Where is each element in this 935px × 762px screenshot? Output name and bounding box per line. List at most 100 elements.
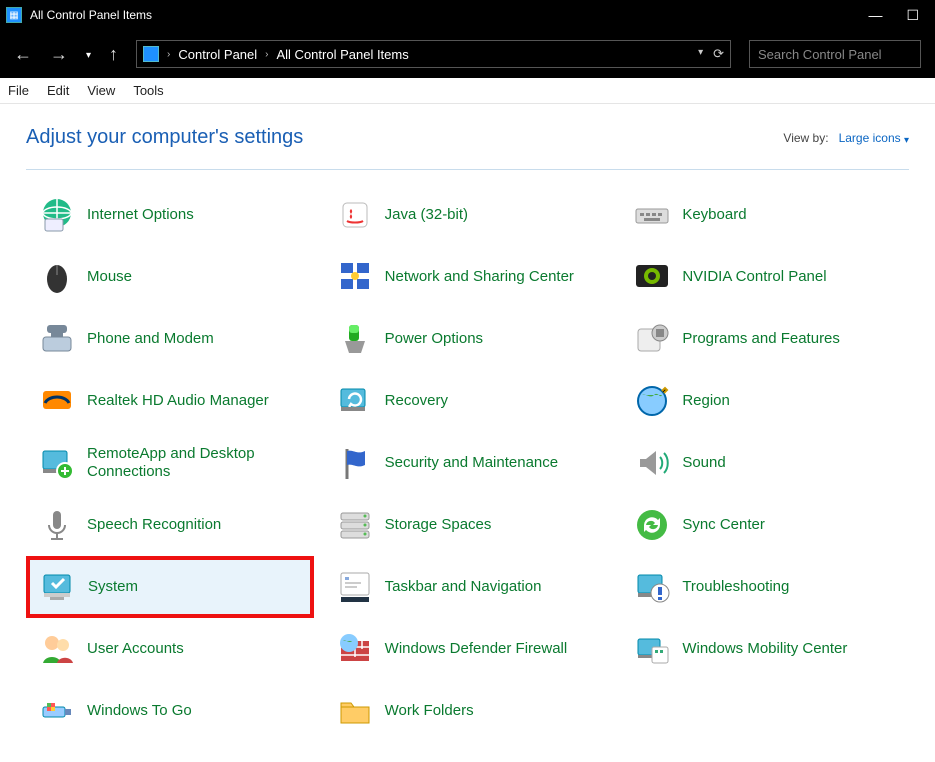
sync-icon (630, 503, 674, 547)
control-panel-item-phone[interactable]: Phone and Modem (26, 308, 314, 370)
item-label: Taskbar and Navigation (385, 578, 542, 596)
item-label: NVIDIA Control Panel (682, 268, 826, 286)
refresh-button[interactable]: ⟳ (713, 46, 724, 62)
item-label: Keyboard (682, 206, 746, 224)
item-label: Programs and Features (682, 330, 840, 348)
control-panel-item-togo[interactable]: Windows To Go (26, 680, 314, 742)
remote-icon (35, 441, 79, 485)
sound-icon (630, 441, 674, 485)
control-panel-item-speech[interactable]: Speech Recognition (26, 494, 314, 556)
network-icon (333, 255, 377, 299)
breadcrumb-item[interactable]: All Control Panel Items (277, 47, 409, 62)
app-icon: ▦ (6, 7, 22, 23)
speech-icon (35, 503, 79, 547)
menu-file[interactable]: File (8, 83, 29, 98)
control-panel-item-network[interactable]: Network and Sharing Center (324, 246, 612, 308)
togo-icon (35, 689, 79, 733)
control-panel-item-java[interactable]: Java (32-bit) (324, 184, 612, 246)
view-by-dropdown[interactable]: Large icons ▾ (839, 131, 909, 145)
item-label: Security and Maintenance (385, 454, 558, 472)
taskbar-icon (333, 565, 377, 609)
control-panel-item-folders[interactable]: Work Folders (324, 680, 612, 742)
maximize-button[interactable]: ☐ (906, 7, 919, 24)
breadcrumb[interactable]: › Control Panel › All Control Panel Item… (136, 40, 731, 68)
recovery-icon (333, 379, 377, 423)
minimize-button[interactable]: — (868, 7, 882, 24)
search-placeholder: Search Control Panel (758, 47, 882, 62)
control-panel-item-remote[interactable]: RemoteApp and Desktop Connections (26, 432, 314, 494)
view-by: View by: Large icons ▾ (783, 131, 909, 145)
control-panel-item-users[interactable]: User Accounts (26, 618, 314, 680)
item-label: Network and Sharing Center (385, 268, 574, 286)
divider (26, 169, 909, 170)
menu-edit[interactable]: Edit (47, 83, 69, 98)
item-label: System (88, 578, 138, 596)
control-panel-item-nvidia[interactable]: NVIDIA Control Panel (621, 246, 909, 308)
forward-button[interactable]: → (50, 44, 68, 65)
nvidia-icon (630, 255, 674, 299)
globe-icon (35, 193, 79, 237)
item-label: Troubleshooting (682, 578, 789, 596)
breadcrumb-item[interactable]: Control Panel (178, 47, 257, 62)
page-title: Adjust your computer's settings (26, 126, 303, 149)
java-icon (333, 193, 377, 237)
title-bar: ▦ All Control Panel Items — ☐ (0, 0, 935, 30)
control-panel-item-firewall[interactable]: Windows Defender Firewall (324, 618, 612, 680)
programs-icon (630, 317, 674, 361)
control-panel-item-sound[interactable]: Sound (621, 432, 909, 494)
search-input[interactable]: Search Control Panel (749, 40, 921, 68)
item-label: Phone and Modem (87, 330, 214, 348)
phone-icon (35, 317, 79, 361)
chevron-right-icon: › (265, 49, 268, 60)
item-label: Speech Recognition (87, 516, 221, 534)
power-icon (333, 317, 377, 361)
control-panel-item-mouse[interactable]: Mouse (26, 246, 314, 308)
storage-icon (333, 503, 377, 547)
control-panel-item-storage[interactable]: Storage Spaces (324, 494, 612, 556)
realtek-icon (35, 379, 79, 423)
trouble-icon (630, 565, 674, 609)
chevron-down-icon: ▾ (904, 135, 909, 146)
menu-tools[interactable]: Tools (133, 83, 163, 98)
item-label: Sync Center (682, 516, 765, 534)
control-panel-item-realtek[interactable]: Realtek HD Audio Manager (26, 370, 314, 432)
control-panel-item-sync[interactable]: Sync Center (621, 494, 909, 556)
item-label: Power Options (385, 330, 483, 348)
mobility-icon (630, 627, 674, 671)
item-label: User Accounts (87, 640, 184, 658)
system-icon (36, 565, 80, 609)
view-by-label: View by: (783, 131, 828, 145)
window-title: All Control Panel Items (30, 8, 152, 22)
control-panel-item-flag[interactable]: Security and Maintenance (324, 432, 612, 494)
control-panel-item-recovery[interactable]: Recovery (324, 370, 612, 432)
control-panel-item-globe[interactable]: Internet Options (26, 184, 314, 246)
nav-bar: ← → ▾ ↑ › Control Panel › All Control Pa… (0, 30, 935, 78)
address-dropdown[interactable]: ▾ (698, 47, 703, 63)
control-panel-icon (143, 46, 159, 62)
item-label: Region (682, 392, 730, 410)
control-panel-item-system[interactable]: System (26, 556, 314, 618)
history-dropdown[interactable]: ▾ (86, 50, 91, 61)
control-panel-item-taskbar[interactable]: Taskbar and Navigation (324, 556, 612, 618)
item-label: Mouse (87, 268, 132, 286)
item-label: Recovery (385, 392, 448, 410)
folders-icon (333, 689, 377, 733)
control-panel-item-programs[interactable]: Programs and Features (621, 308, 909, 370)
item-label: Windows To Go (87, 702, 192, 720)
flag-icon (333, 441, 377, 485)
control-panel-item-region[interactable]: Region (621, 370, 909, 432)
users-icon (35, 627, 79, 671)
item-label: Internet Options (87, 206, 194, 224)
back-button[interactable]: ← (14, 44, 32, 65)
item-label: Storage Spaces (385, 516, 492, 534)
control-panel-item-keyboard[interactable]: Keyboard (621, 184, 909, 246)
item-label: Java (32-bit) (385, 206, 468, 224)
region-icon (630, 379, 674, 423)
items-grid: Internet Options Java (32-bit) Keyboard Mou… (26, 184, 909, 742)
control-panel-item-trouble[interactable]: Troubleshooting (621, 556, 909, 618)
up-button[interactable]: ↑ (109, 44, 118, 65)
menu-view[interactable]: View (87, 83, 115, 98)
content-area: Adjust your computer's settings View by:… (0, 104, 935, 742)
control-panel-item-power[interactable]: Power Options (324, 308, 612, 370)
control-panel-item-mobility[interactable]: Windows Mobility Center (621, 618, 909, 680)
